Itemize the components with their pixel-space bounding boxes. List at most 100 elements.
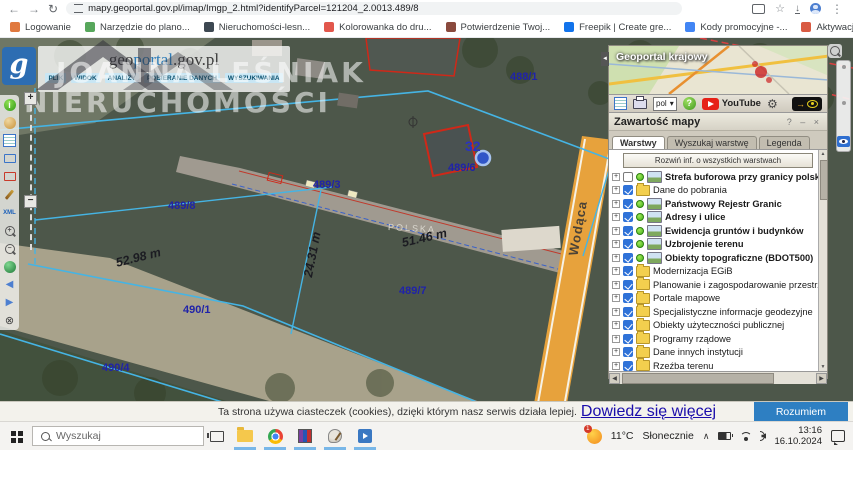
scroll-left-icon[interactable]: ◀	[609, 373, 620, 384]
panel-collapse-button[interactable]: ◄	[601, 52, 609, 66]
map-canvas[interactable]: g geoportal.gov.pl PLIKWIDOKANALIZYPOBIE…	[0, 38, 853, 401]
layer-checkbox[interactable]	[623, 347, 633, 357]
expand-icon[interactable]: +	[612, 186, 620, 194]
layer-checkbox[interactable]	[623, 199, 633, 209]
expand-icon[interactable]: +	[612, 240, 620, 248]
layer-checkbox[interactable]	[623, 320, 633, 330]
taskbar-app-explorer[interactable]	[230, 422, 260, 450]
layer-row[interactable]: +Obiekty użyteczności publicznej	[609, 319, 827, 333]
zoom-in-icon[interactable]: +	[3, 224, 16, 237]
layer-checkbox[interactable]	[623, 185, 633, 195]
geoportal-menu-item[interactable]: POBIERANIE DANYCH	[144, 73, 220, 83]
taskbar-app-chrome[interactable]	[260, 422, 290, 450]
tab-warstwy[interactable]: Warstwy	[612, 136, 665, 149]
expand-icon[interactable]: +	[612, 294, 620, 302]
globe-icon[interactable]	[3, 260, 16, 273]
identify-icon[interactable]	[3, 116, 16, 129]
weather-temp[interactable]: 11°C	[611, 430, 634, 442]
table-icon[interactable]	[614, 97, 627, 110]
scrollbar-thumb[interactable]	[622, 373, 774, 384]
info-icon[interactable]: i	[3, 98, 16, 111]
geoportal-menu-item[interactable]: WYSZUKIWANIA	[225, 73, 283, 83]
layer-row[interactable]: +Adresy i ulice	[609, 211, 827, 225]
cookie-learn-more-link[interactable]: Dowiedz się więcej	[581, 403, 716, 421]
attributes-table-icon[interactable]	[3, 134, 16, 147]
expand-icon[interactable]: +	[612, 213, 620, 221]
overview-toolbar[interactable]	[836, 60, 851, 152]
previous-view-icon[interactable]: ◀	[3, 278, 16, 291]
map-search-icon[interactable]	[828, 44, 842, 58]
layer-row[interactable]: +Obiekty topograficzne (BDOT500)	[609, 251, 827, 265]
cookie-accept-button[interactable]: Rozumiem	[754, 402, 848, 422]
battery-icon[interactable]	[718, 432, 731, 440]
layer-row[interactable]: +Państwowy Rejestr Granic	[609, 197, 827, 211]
weather-desc[interactable]: Słonecznie	[642, 430, 693, 442]
taskbar-app-photos[interactable]	[350, 422, 380, 450]
expand-all-layers-button[interactable]: Rozwiń inf. o wszystkich warstwach	[623, 153, 813, 168]
eye-visibility-icon[interactable]	[837, 136, 850, 147]
layer-row[interactable]: +Planowanie i zagospodarowanie przestrze…	[609, 278, 827, 292]
expand-icon[interactable]: +	[612, 308, 620, 316]
scroll-right-icon[interactable]: ▶	[816, 373, 827, 384]
geoportal-menu-item[interactable]: WIDOK	[71, 73, 99, 83]
expand-icon[interactable]: +	[612, 267, 620, 275]
expand-icon[interactable]: +	[612, 173, 620, 181]
zoom-slider[interactable]: + −	[24, 92, 38, 250]
download-icon[interactable]: ↓	[795, 4, 800, 14]
panel-window-buttons[interactable]: ? – ×	[787, 117, 822, 127]
layer-checkbox[interactable]	[623, 361, 633, 371]
layer-row[interactable]: +Strefa buforowa przy granicy polsko-bia…	[609, 170, 827, 184]
layer-row[interactable]: +Dane do pobrania	[609, 184, 827, 198]
bookmark-item[interactable]: Aktywacja Platformy...	[801, 22, 853, 33]
scroll-up-icon[interactable]: ▲	[819, 151, 827, 157]
visibility-toggle-button[interactable]: →	[792, 97, 822, 111]
bookmark-item[interactable]: Logowanie	[10, 22, 71, 33]
task-view-button[interactable]	[204, 422, 230, 450]
zoom-in-button[interactable]: +	[24, 92, 37, 105]
layer-row[interactable]: +Uzbrojenie terenu	[609, 238, 827, 252]
bookmark-item[interactable]: Narzędzie do plano...	[85, 22, 190, 33]
bookmark-item[interactable]: Kody promocyjne -...	[685, 22, 787, 33]
profile-avatar[interactable]	[810, 3, 821, 14]
expand-icon[interactable]: +	[612, 335, 620, 343]
layer-checkbox[interactable]	[623, 280, 633, 290]
zoom-track[interactable]	[30, 105, 32, 250]
layer-checkbox[interactable]	[623, 266, 633, 276]
layer-row[interactable]: +Dane innych instytucji	[609, 346, 827, 360]
printer-icon[interactable]	[633, 99, 647, 109]
layer-row[interactable]: +Ewidencja gruntów i budynków	[609, 224, 827, 238]
cast-icon[interactable]	[752, 4, 765, 14]
url-field[interactable]: mapy.geoportal.gov.pl/imap/Imgp_2.html?i…	[66, 2, 682, 15]
remove-map-window-icon[interactable]	[3, 170, 16, 183]
layer-checkbox[interactable]	[623, 307, 633, 317]
bookmark-star-icon[interactable]: ☆	[775, 3, 785, 15]
layer-row[interactable]: +Programy rządowe	[609, 332, 827, 346]
layer-row[interactable]: +Modernizacja EGiB	[609, 265, 827, 279]
expand-icon[interactable]: +	[612, 227, 620, 235]
geoportal-menu-item[interactable]: ANALIZY	[105, 73, 139, 83]
zoom-out-icon[interactable]: −	[3, 242, 16, 255]
tab-legenda[interactable]: Legenda	[759, 136, 810, 149]
network-icon[interactable]	[740, 432, 752, 441]
tab-wyszukaj-warstwę[interactable]: Wyszukaj warstwę	[667, 136, 757, 149]
layer-checkbox[interactable]	[623, 212, 633, 222]
geoportal-logo-icon[interactable]: g	[2, 47, 36, 85]
measure-icon[interactable]	[3, 188, 16, 201]
action-center-icon[interactable]	[831, 430, 845, 442]
forward-icon[interactable]: →	[28, 3, 40, 15]
expand-icon[interactable]: +	[612, 254, 620, 262]
clock[interactable]: 13:1616.10.2024	[774, 425, 822, 447]
help-icon[interactable]: ?	[683, 97, 696, 110]
layer-checkbox[interactable]	[623, 239, 633, 249]
center-view-icon[interactable]: ⊗	[3, 314, 16, 327]
youtube-button[interactable]: YouTube	[702, 98, 761, 110]
back-icon[interactable]: ←	[8, 3, 20, 15]
gear-icon[interactable]: ⚙	[767, 98, 778, 110]
expand-icon[interactable]: +	[612, 200, 620, 208]
weather-icon[interactable]: 1	[587, 429, 602, 444]
reload-icon[interactable]: ↻	[48, 3, 58, 15]
geoportal-menu-item[interactable]: PLIK	[45, 73, 66, 83]
scroll-down-icon[interactable]: ▼	[819, 364, 827, 370]
layer-checkbox[interactable]	[623, 172, 633, 182]
horizontal-scrollbar[interactable]: ◀ ▶	[609, 372, 827, 384]
